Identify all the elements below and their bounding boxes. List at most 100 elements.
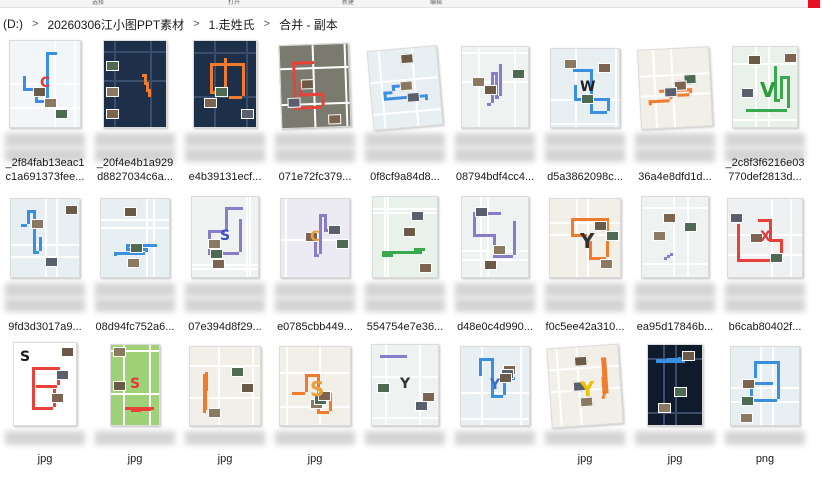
file-thumbnail[interactable] bbox=[461, 46, 529, 128]
map-road bbox=[214, 41, 216, 127]
file-item[interactable]: jpg bbox=[631, 338, 719, 486]
file-thumbnail[interactable] bbox=[189, 346, 261, 426]
blurred-filename bbox=[185, 148, 265, 162]
file-thumbnail[interactable]: X bbox=[727, 198, 803, 278]
map-road bbox=[104, 50, 166, 53]
ribbon-label[interactable]: 打开 bbox=[228, 0, 240, 7]
photo-marker bbox=[730, 213, 743, 223]
ribbon-label[interactable]: 选择 bbox=[92, 0, 104, 7]
breadcrumb-folder[interactable]: 20260306江小图PPT素材 bbox=[44, 16, 187, 33]
route-line bbox=[33, 210, 36, 251]
file-item[interactable]: S 07e394d8f29... bbox=[181, 190, 269, 338]
blurred-filename bbox=[455, 148, 535, 162]
breadcrumb[interactable]: (D:) > 20260306江小图PPT素材 > 1.走姓氏 > 合并 - 副… bbox=[0, 14, 822, 34]
file-item[interactable]: Wd5a3862098c... bbox=[541, 40, 629, 188]
file-item[interactable]: 08794bdf4cc4... bbox=[451, 40, 539, 188]
photo-marker bbox=[44, 98, 57, 108]
file-item[interactable]: Sjpg bbox=[271, 338, 359, 486]
file-item[interactable]: 9fd3d3017a9... bbox=[1, 190, 89, 338]
file-item[interactable]: 071e72fc379... bbox=[271, 40, 359, 188]
file-thumbnail[interactable] bbox=[103, 40, 167, 128]
map-road bbox=[513, 47, 516, 127]
file-thumbnail[interactable] bbox=[641, 196, 709, 278]
close-window-icon[interactable] bbox=[808, 0, 820, 8]
file-item[interactable]: Yjpg bbox=[541, 338, 629, 486]
photo-marker bbox=[241, 109, 254, 119]
file-thumbnail[interactable] bbox=[636, 46, 714, 130]
file-item[interactable]: Sjpg bbox=[91, 338, 179, 486]
file-thumbnail[interactable] bbox=[461, 196, 529, 278]
thumbnail-letter: Y bbox=[580, 229, 595, 253]
route-line bbox=[242, 63, 246, 96]
file-thumbnail[interactable]: Y bbox=[546, 343, 624, 429]
file-item[interactable]: C _2f84fab13eac1 c1a691373fee... bbox=[1, 40, 89, 188]
file-item[interactable]: 36a4e8dfd1d... bbox=[631, 40, 719, 188]
file-item[interactable]: ea95d17846b... bbox=[631, 190, 719, 338]
file-item[interactable]: 554754e7e36... bbox=[361, 190, 449, 338]
file-item[interactable]: Sjpg bbox=[1, 338, 89, 486]
ribbon-label[interactable]: 编辑 bbox=[430, 0, 442, 7]
file-name-line: d5a3862098c... bbox=[547, 171, 623, 183]
photo-marker bbox=[484, 85, 497, 95]
file-item[interactable]: Y bbox=[451, 338, 539, 486]
breadcrumb-separator-icon: > bbox=[193, 18, 200, 30]
photo-marker bbox=[61, 347, 74, 357]
file-thumbnail[interactable]: Y bbox=[371, 344, 439, 426]
photo-marker bbox=[287, 97, 301, 108]
file-thumbnail[interactable] bbox=[647, 344, 703, 426]
route-line bbox=[746, 108, 787, 112]
file-item[interactable]: 08d94fc752a6... bbox=[91, 190, 179, 338]
photo-marker bbox=[493, 245, 506, 255]
file-item[interactable]: e4b39131ecf... bbox=[181, 40, 269, 188]
file-item[interactable]: V _2c8f3f6216e03 770def2813d... bbox=[721, 40, 809, 188]
blurred-filename bbox=[5, 298, 85, 312]
file-name-line: _20f4e4b1a929 bbox=[96, 157, 174, 169]
blurred-filename bbox=[95, 283, 175, 297]
breadcrumb-drive[interactable]: (D:) bbox=[0, 17, 26, 31]
photo-marker bbox=[127, 258, 140, 268]
file-item[interactable]: 0f8cf9a84d8... bbox=[361, 40, 449, 188]
file-thumbnail[interactable]: S bbox=[279, 346, 351, 426]
file-item[interactable]: _20f4e4b1a929 d8827034c6a... bbox=[91, 40, 179, 188]
photo-marker bbox=[682, 351, 695, 361]
file-thumbnail[interactable]: S bbox=[13, 342, 77, 426]
breadcrumb-folder[interactable]: 1.走姓氏 bbox=[206, 16, 258, 33]
photo-marker bbox=[419, 263, 432, 273]
file-thumbnail[interactable] bbox=[10, 198, 80, 278]
file-thumbnail[interactable]: S bbox=[191, 196, 259, 278]
file-item[interactable]: d48e0c4d990... bbox=[451, 190, 539, 338]
file-thumbnail[interactable] bbox=[193, 40, 257, 128]
file-item[interactable]: jpg bbox=[181, 338, 269, 486]
map-road bbox=[101, 227, 169, 229]
file-item[interactable]: Xb6cab80402f... bbox=[721, 190, 809, 338]
thumbnail-letter: S bbox=[220, 228, 231, 244]
photo-marker bbox=[130, 243, 143, 253]
ribbon-label[interactable]: 新建 bbox=[342, 0, 354, 7]
file-item[interactable]: png bbox=[721, 338, 809, 486]
route-line bbox=[736, 224, 740, 259]
file-thumbnail[interactable] bbox=[278, 42, 352, 130]
file-item[interactable]: Y bbox=[361, 338, 449, 486]
file-thumbnail[interactable] bbox=[366, 45, 444, 131]
photo-marker bbox=[45, 257, 58, 267]
map-road bbox=[555, 348, 563, 427]
file-thumbnail[interactable]: C bbox=[9, 40, 81, 128]
file-thumbnail[interactable]: S bbox=[110, 344, 160, 426]
file-thumbnail[interactable] bbox=[100, 198, 170, 278]
photo-marker bbox=[653, 231, 666, 241]
file-thumbnail[interactable]: Y bbox=[549, 198, 621, 278]
file-thumbnail[interactable] bbox=[372, 196, 438, 278]
map-road bbox=[418, 345, 421, 425]
file-thumbnail[interactable]: C bbox=[280, 198, 350, 278]
file-name-line: 9fd3d3017a9... bbox=[8, 321, 82, 333]
file-item[interactable]: Ce0785cbb449... bbox=[271, 190, 359, 338]
file-thumbnail[interactable] bbox=[730, 346, 800, 426]
map-road bbox=[286, 347, 289, 425]
file-thumbnail[interactable]: V bbox=[732, 46, 798, 128]
file-thumbnail[interactable]: W bbox=[550, 48, 620, 128]
file-thumbnail[interactable]: Y bbox=[460, 346, 530, 426]
breadcrumb-current-folder[interactable]: 合并 - 副本 bbox=[276, 16, 341, 33]
photo-marker bbox=[512, 69, 525, 79]
file-item[interactable]: Yf0c5ee42a310... bbox=[541, 190, 629, 338]
photo-marker bbox=[663, 86, 678, 98]
